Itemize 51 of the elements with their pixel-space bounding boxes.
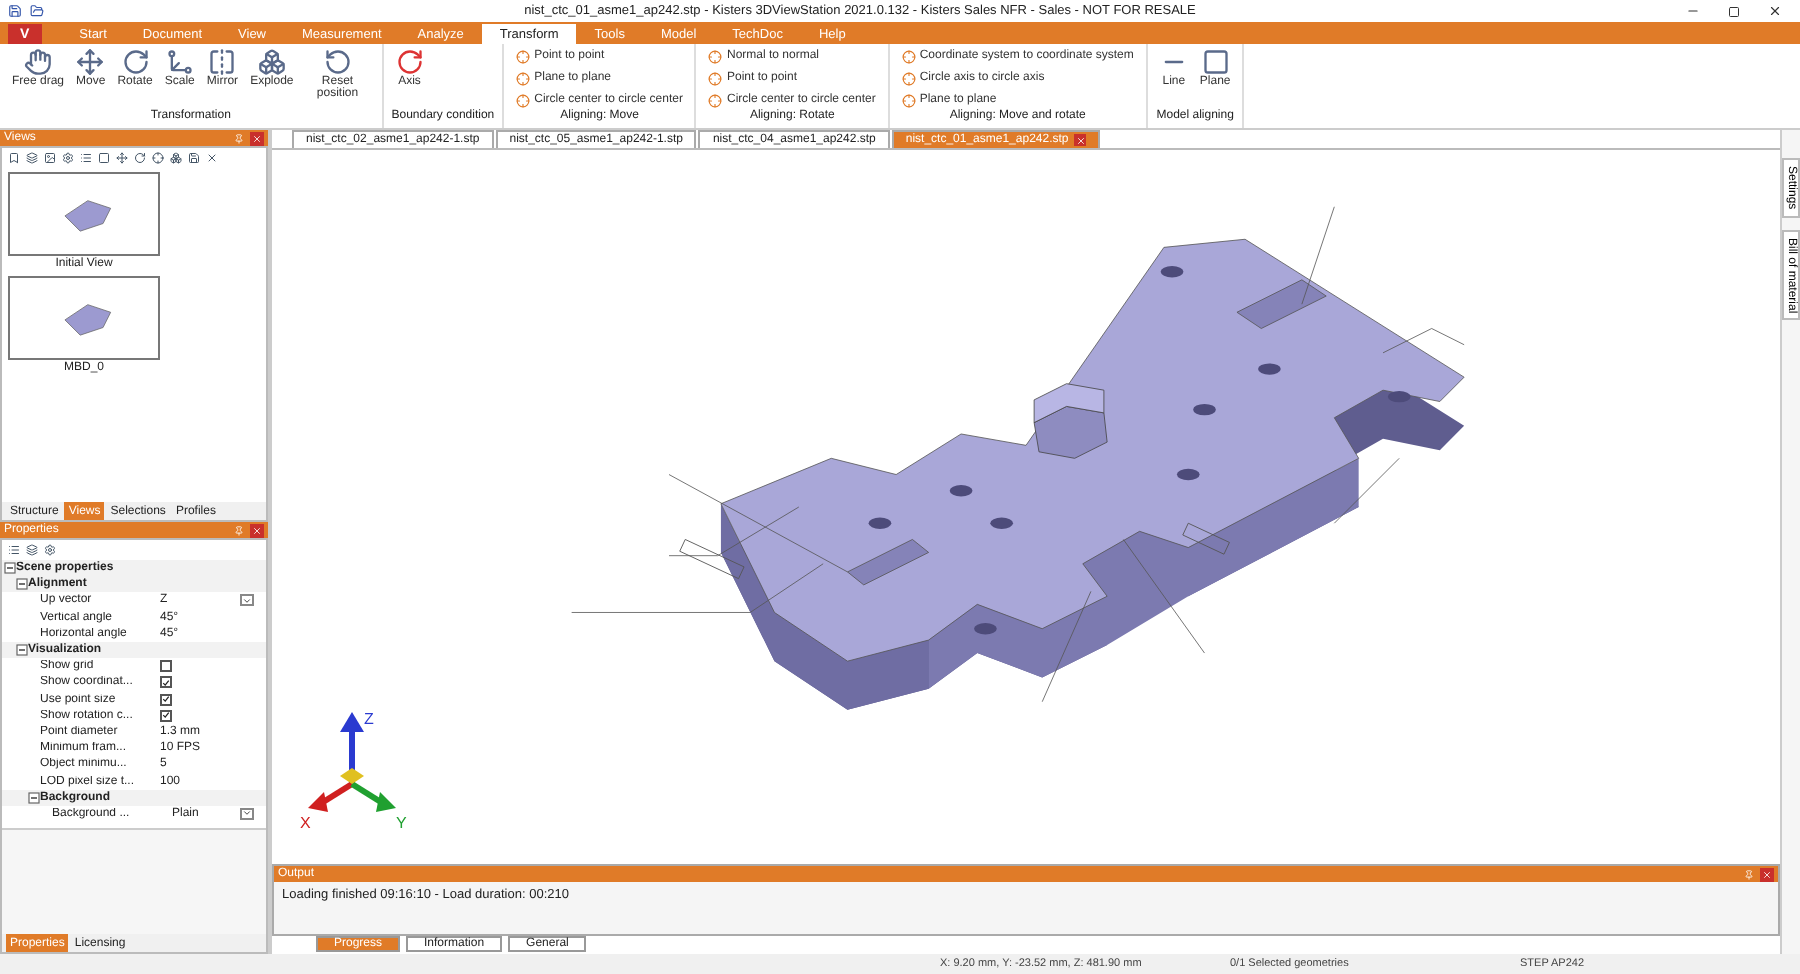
toolbar-button[interactable] (44, 152, 56, 164)
align-icon (516, 93, 531, 107)
checkbox[interactable] (160, 676, 172, 689)
toolbar-button[interactable] (134, 152, 146, 164)
collapse-icon[interactable] (15, 578, 27, 591)
close-icon[interactable] (1074, 134, 1087, 146)
toolbar-button[interactable] (8, 152, 20, 164)
toolbar-button[interactable] (26, 152, 38, 164)
toolbar-button[interactable] (170, 152, 182, 164)
checkbox[interactable] (160, 660, 172, 673)
checkbox[interactable] (160, 709, 172, 722)
move-arrows-icon (76, 48, 105, 76)
align-icon (708, 49, 723, 63)
close-icon (1768, 4, 1782, 18)
align-icon (708, 93, 723, 107)
align-icon (516, 49, 531, 63)
checkbox[interactable] (160, 693, 172, 706)
folder-icon[interactable] (30, 4, 44, 18)
reset-icon (323, 48, 352, 76)
hand-icon (24, 48, 52, 76)
align-icon (901, 93, 916, 107)
boxes-icon (257, 48, 286, 76)
dropdown-button[interactable] (240, 807, 254, 820)
collapse-icon[interactable] (3, 562, 15, 575)
plane-icon (1201, 48, 1230, 76)
toolbar-button[interactable] (116, 152, 128, 164)
toolbar-button[interactable] (98, 152, 110, 164)
restore-icon (1728, 5, 1740, 17)
align-icon (708, 71, 723, 85)
align-icon (901, 71, 916, 85)
toolbar-button[interactable] (206, 152, 218, 164)
dropdown-button[interactable] (240, 594, 254, 607)
rotate-axis-icon (395, 48, 424, 76)
align-icon (901, 49, 916, 63)
toolbar-button[interactable] (44, 544, 56, 556)
rotate-icon (121, 48, 150, 76)
axis-triad-drawing: Z X Y (300, 710, 407, 832)
collapse-icon[interactable] (15, 644, 27, 657)
toolbar-button[interactable] (188, 152, 200, 164)
align-icon (516, 71, 531, 85)
toolbar-button[interactable] (26, 544, 38, 556)
toolbar-button[interactable] (8, 544, 20, 556)
view-thumbnail[interactable] (8, 172, 160, 256)
toolbar-button[interactable] (152, 152, 164, 164)
view-thumbnail[interactable] (8, 276, 160, 360)
save-icon[interactable] (8, 4, 22, 18)
minimize-icon (1686, 4, 1700, 18)
collapse-icon[interactable] (27, 791, 39, 804)
mirror-icon (208, 48, 237, 76)
toolbar-button[interactable] (80, 152, 92, 164)
toolbar-button[interactable] (62, 152, 74, 164)
